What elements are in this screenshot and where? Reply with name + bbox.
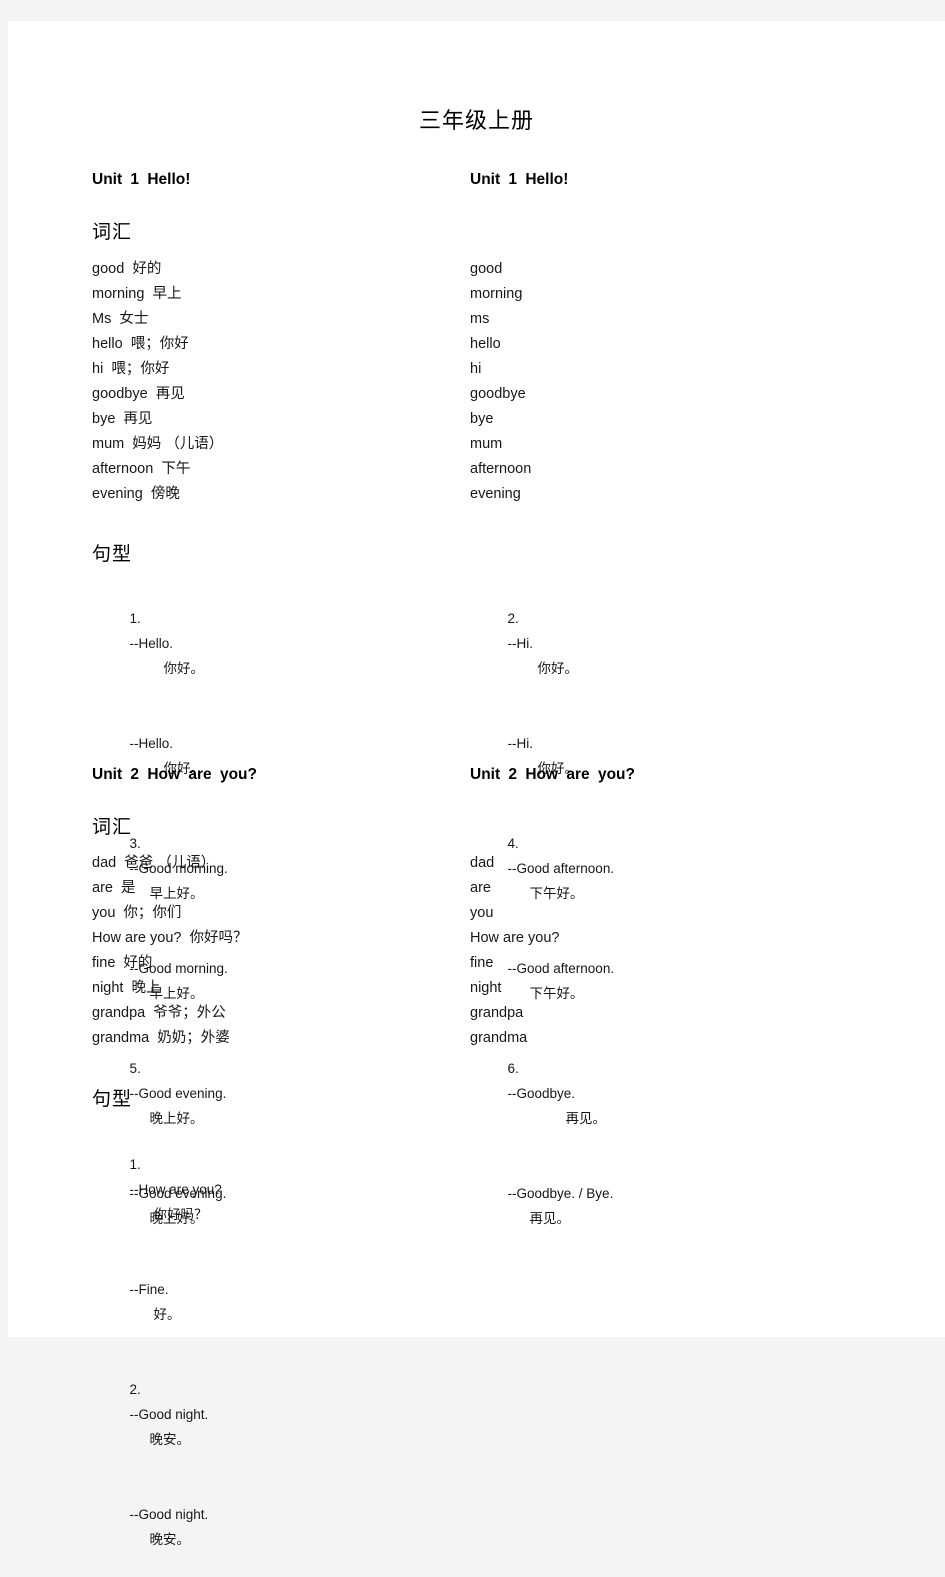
vocab-item: bye <box>470 411 494 427</box>
pattern-row-reply: --Hello. 你好。 <box>92 706 462 806</box>
pattern-prompt: --Hi. <box>507 636 534 651</box>
page-title: 三年级上册 <box>418 108 534 133</box>
vocab-item: grandma <box>470 1030 528 1046</box>
vocab-item: fine 好的 <box>92 955 153 971</box>
vocab-item: are <box>470 880 491 896</box>
pattern-number: 1. <box>129 611 141 626</box>
unit-1-heading-left: Unit 1 Hello! <box>92 171 191 188</box>
vocab-item: hello <box>470 336 501 352</box>
pattern-row-reply: --Goodbye. / Bye. 再见。 <box>470 1156 870 1256</box>
vocab-item: evening 傍晚 <box>92 486 180 502</box>
pattern-reply-translation: 好。 <box>153 1307 181 1322</box>
pattern-number: 5. <box>129 1061 141 1076</box>
vocab-item: mum 妈妈 （儿语） <box>92 436 224 452</box>
pattern-row-reply: --Good night. 晚安。 <box>92 1477 462 1577</box>
pattern-reply-translation: 晚安。 <box>149 1532 191 1547</box>
pattern-prompt-translation: 你好吗？ <box>153 1207 208 1222</box>
vocab-item: morning <box>470 286 523 302</box>
pattern-reply-translation: 再见。 <box>529 1211 571 1226</box>
pattern-row: 2. --Hi. 你好。 <box>470 581 870 706</box>
pattern-row: 1. --How are you? 你好吗？ <box>92 1127 462 1252</box>
vocab-item: morning 早上 <box>92 286 182 302</box>
vocab-item: goodbye <box>470 386 526 402</box>
vocab-item: ms <box>470 311 490 327</box>
unit-2-vocab-heading-left: 词汇 <box>92 817 133 838</box>
pattern-number: 4. <box>507 836 519 851</box>
pattern-prompt: --Hello. <box>129 636 174 651</box>
vocab-item: night <box>470 980 502 996</box>
pattern-reply: --Goodbye. / Bye. <box>507 1186 614 1201</box>
vocab-item: fine <box>470 955 494 971</box>
pattern-reply: --Hello. <box>129 736 174 751</box>
vocab-item: evening <box>470 486 521 502</box>
pattern-prompt: --Good night. <box>129 1407 209 1422</box>
vocab-item: hello 喂；你好 <box>92 336 189 352</box>
vocab-item: goodbye 再见 <box>92 386 185 402</box>
pattern-row: 1. --Hello. 你好。 <box>92 581 462 706</box>
pattern-row: 2. --Good night. 晚安。 <box>92 1352 462 1477</box>
unit-2-heading-left: Unit 2 How are you? <box>92 766 257 783</box>
vocab-item: hi 喂；你好 <box>92 361 170 377</box>
unit-2-vocab-list-right: dad are you How are you? fine night gran… <box>470 851 870 1051</box>
pattern-reply: --Good night. <box>129 1507 209 1522</box>
pattern-number: 1. <box>129 1157 141 1172</box>
unit-1-vocab-list-right: good morning ms hello hi goodbye bye mum… <box>470 257 870 507</box>
vocab-item: grandpa <box>470 1005 524 1021</box>
unit-2-vocab-list-left: dad 爸爸 （儿语） are 是 you 你；你们 How are you? … <box>92 851 462 1051</box>
vocab-item: hi <box>470 361 482 377</box>
unit-1-pattern-heading-left: 句型 <box>92 544 133 565</box>
pattern-number: 2. <box>129 1382 141 1397</box>
pattern-prompt-translation: 你好。 <box>163 661 205 676</box>
pattern-prompt-translation: 晚安。 <box>149 1432 191 1447</box>
unit-2-pattern-heading-left: 句型 <box>92 1089 133 1110</box>
vocab-item: afternoon 下午 <box>92 461 191 477</box>
unit-1-vocab-heading-left: 词汇 <box>92 222 133 243</box>
vocab-item: good 好的 <box>92 261 162 277</box>
vocab-item: mum <box>470 436 503 452</box>
vocab-item: good <box>470 261 503 277</box>
vocab-item: How are you? 你好吗？ <box>92 930 248 946</box>
vocab-item: Ms 女士 <box>92 311 149 327</box>
unit-1-heading-right: Unit 1 Hello! <box>470 171 569 188</box>
vocab-item: dad 爸爸 （儿语） <box>92 855 216 871</box>
page-sheet: 三年级上册 Unit 1 Hello! 词汇 good 好的 morning 早… <box>8 21 945 1547</box>
pattern-number: 6. <box>507 1061 519 1076</box>
pattern-prompt-translation: 再见。 <box>565 1111 607 1126</box>
vocab-item: are 是 <box>92 880 136 896</box>
vocab-item: grandma 奶奶；外婆 <box>92 1030 230 1046</box>
pattern-row-reply: --Hi. 你好。 <box>470 706 870 806</box>
vocab-item: bye 再见 <box>92 411 153 427</box>
pattern-reply: --Fine. <box>129 1282 169 1297</box>
vocab-item: grandpa 爷爷；外公 <box>92 1005 226 1021</box>
vocab-item: night 晚上 <box>92 980 161 996</box>
pattern-reply: --Hi. <box>507 736 534 751</box>
pattern-row-reply: --Fine. 好。 <box>92 1252 462 1352</box>
pattern-prompt: --How are you? <box>129 1182 222 1197</box>
vocab-item: How are you? <box>470 930 560 946</box>
unit-2-heading-right: Unit 2 How are you? <box>470 766 635 783</box>
pattern-prompt-translation: 你好。 <box>537 661 579 676</box>
vocab-item: you <box>470 905 494 921</box>
pattern-prompt-translation: 晚上好。 <box>149 1111 204 1126</box>
vocab-item: you 你；你们 <box>92 905 182 921</box>
unit-2-pattern-list-left: 1. --How are you? 你好吗？ --Fine. 好。 2. --G… <box>92 1127 462 1577</box>
pattern-prompt: --Goodbye. <box>507 1086 576 1101</box>
pattern-number: 2. <box>507 611 519 626</box>
unit-1-vocab-list-left: good 好的 morning 早上 Ms 女士 hello 喂；你好 hi 喂… <box>92 257 462 507</box>
vocab-item: dad <box>470 855 495 871</box>
vocab-item: afternoon <box>470 461 532 477</box>
